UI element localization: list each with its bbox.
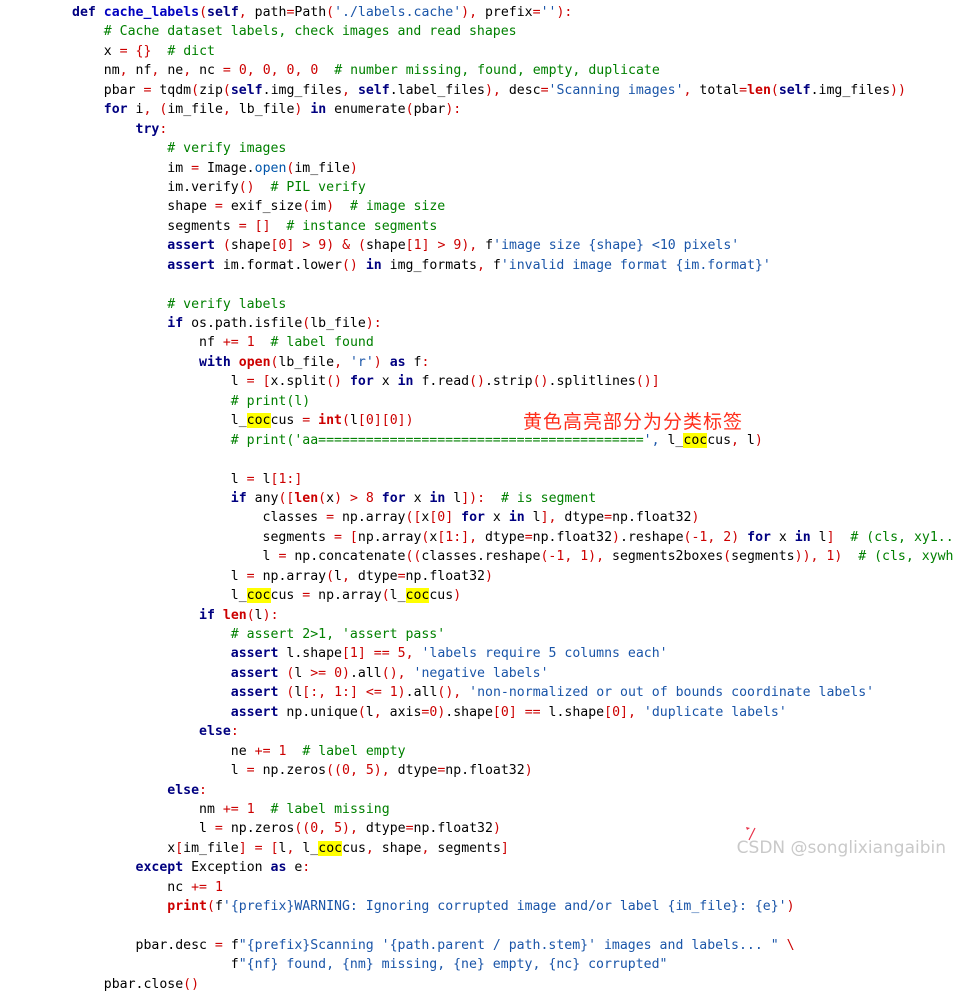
code-line: assert im.format.lower() in img_formats,… bbox=[167, 257, 771, 273]
code-line: else: bbox=[167, 782, 207, 798]
annotation-text: 黄色高亮部分为分类标签 bbox=[523, 411, 744, 433]
code-line: assert (shape[0] > 9) & (shape[1] > 9), … bbox=[167, 238, 740, 254]
code-line: # assert 2>1, 'assert pass' bbox=[230, 627, 446, 642]
highlight-token: coc bbox=[318, 840, 343, 856]
watermark: CSDN @songlixiangaibin bbox=[736, 838, 946, 858]
code-line: classes = np.array([x[0] for x in l], dt… bbox=[72, 510, 700, 526]
code-line: # print(l) bbox=[230, 393, 311, 409]
code-viewer: def cache_labels(self, path=Path('./labe… bbox=[0, 0, 954, 992]
code-line: assert (l[:, 1:] <= 1).all(), 'non-norma… bbox=[230, 685, 875, 701]
code-line: im = Image.open(im_file) bbox=[72, 160, 358, 176]
code-line: if any([len(x) > 8 for x in l]): # is se… bbox=[230, 490, 597, 506]
code-line: print(f'{prefix}WARNING: Ignoring corrup… bbox=[167, 899, 795, 915]
code-line: l_coccus = int(l[0][0]) bbox=[72, 413, 414, 429]
code-line: pbar.close() bbox=[72, 976, 200, 992]
code-line: assert (l >= 0).all(), 'negative labels' bbox=[230, 665, 549, 681]
code-line: f"{nf} found, {nm} missing, {ne} empty, … bbox=[72, 957, 668, 973]
code-line: else: bbox=[199, 724, 239, 740]
code-line: # verify labels bbox=[167, 296, 287, 312]
code-line: nm, nf, ne, nc = 0, 0, 0, 0 # number mis… bbox=[72, 63, 660, 79]
code-line: l = np.zeros((0, 5), dtype=np.float32) bbox=[72, 763, 533, 779]
code-line: l = np.array(l, dtype=np.float32) bbox=[72, 568, 493, 584]
code-line: for i, (im_file, lb_file) in enumerate(p… bbox=[103, 102, 462, 118]
code-line: ne += 1 # label empty bbox=[72, 743, 406, 759]
code-line: # verify images bbox=[167, 141, 287, 157]
code-line: pbar.desc = f"{prefix}Scanning '{path.pa… bbox=[72, 938, 795, 953]
code-line: segments = [np.array(x[1:], dtype=np.flo… bbox=[72, 529, 954, 545]
code-line: im.verify() # PIL verify bbox=[72, 179, 366, 195]
code-line: pbar = tqdm(zip(self.img_files, self.lab… bbox=[72, 82, 906, 98]
code-line: assert np.unique(l, axis=0).shape[0] == … bbox=[230, 704, 787, 720]
code-line: l = l[1:] bbox=[72, 471, 303, 487]
code-line: if len(l): bbox=[199, 607, 279, 623]
code-line: l = np.concatenate((classes.reshape(-1, … bbox=[72, 549, 954, 565]
code-line: # Cache dataset labels, check images and… bbox=[103, 24, 517, 40]
highlight-token: coc bbox=[683, 432, 708, 448]
code-line: def cache_labels(self, path=Path('./labe… bbox=[72, 5, 573, 20]
code-line: nf += 1 # label found bbox=[72, 335, 374, 351]
code-line: nc += 1 bbox=[72, 879, 223, 895]
highlight-token: coc bbox=[246, 413, 271, 429]
code-line: shape = exif_size(im) # image size bbox=[72, 199, 446, 215]
code-line: l_coccus = np.array(l_coccus) bbox=[72, 588, 462, 604]
code-line: with open(lb_file, 'r') as f: bbox=[199, 354, 430, 370]
highlight-token: coc bbox=[405, 588, 430, 604]
code-line: l = [x.split() for x in f.read().strip()… bbox=[72, 374, 660, 390]
code-line: # print('aa=============================… bbox=[230, 432, 763, 448]
code-line: try: bbox=[135, 121, 168, 137]
code-line: assert l.shape[1] == 5, 'labels require … bbox=[230, 646, 668, 662]
highlight-token: coc bbox=[246, 588, 271, 604]
code-line: x = {} # dict bbox=[72, 43, 215, 59]
code-line: l = np.zeros((0, 5), dtype=np.float32) bbox=[72, 821, 501, 837]
code-line: nm += 1 # label missing bbox=[72, 801, 390, 817]
code-line: segments = [] # instance segments bbox=[72, 218, 438, 234]
code-line: if os.path.isfile(lb_file): bbox=[167, 316, 382, 331]
